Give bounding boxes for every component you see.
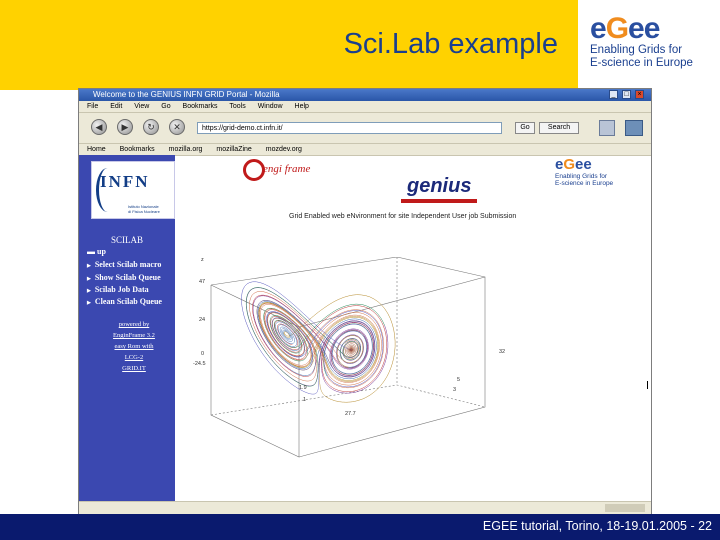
menu-help[interactable]: Help xyxy=(295,103,309,110)
sidebar-powered-by: powered by xyxy=(118,321,150,328)
tick-label: 27.7 xyxy=(345,411,356,417)
genius-underline xyxy=(401,199,477,203)
egee-logo: eGee Enabling Grids for E-science in Eur… xyxy=(590,14,715,84)
egee-tagline-1: Enabling Grids for xyxy=(590,44,683,56)
menu-file[interactable]: File xyxy=(87,103,98,110)
bookmark-home[interactable]: Home xyxy=(87,146,106,153)
menu-tools[interactable]: Tools xyxy=(229,103,245,110)
footer-text: EGEE tutorial, Torino, 18-19.01.2005 - 2… xyxy=(482,519,712,533)
print-icon[interactable] xyxy=(599,120,615,136)
bullet-arrow-icon: ▶ xyxy=(87,301,91,306)
sidebar-link-gridit[interactable]: GRID.IT xyxy=(79,365,189,372)
tick-label: z xyxy=(201,257,204,263)
go-button[interactable]: Go xyxy=(515,122,535,134)
scilab-3d-plot: z 47 24 0 -24.5 1.9 1 27.7 3 5 32 xyxy=(193,256,519,477)
maximize-button[interactable]: □ xyxy=(622,90,631,99)
bookmark-mozillazine[interactable]: mozillaZine xyxy=(216,146,251,153)
sidebar-item-show-queue[interactable]: ▶ Show Scilab Queue xyxy=(87,273,161,282)
browser-window: Welcome to the GENIUS INFN GRID Portal -… xyxy=(78,88,652,514)
close-button[interactable]: × xyxy=(635,90,644,99)
menu-edit[interactable]: Edit xyxy=(110,103,122,110)
slide-title: Sci.Lab example xyxy=(343,28,558,60)
genius-logo: genius xyxy=(407,175,472,197)
stop-icon[interactable]: ✕ xyxy=(169,119,185,135)
window-titlebar: Welcome to the GENIUS INFN GRID Portal -… xyxy=(79,89,651,101)
sidebar-up-link[interactable]: ▬ up xyxy=(87,247,106,256)
menu-bar: File Edit View Go Bookmarks Tools Window… xyxy=(79,101,651,113)
window-title: Welcome to the GENIUS INFN GRID Portal -… xyxy=(93,90,280,99)
tick-label: 24 xyxy=(199,317,206,323)
egee-wordmark: eGee xyxy=(590,12,660,45)
tick-label: 3 xyxy=(453,387,457,393)
tick-label: 47 xyxy=(199,279,206,285)
sidebar: INFN Istituto Nazionale di Fisica Nuclear… xyxy=(79,155,175,513)
title-band: Sci.Lab example xyxy=(0,0,578,90)
tick-label: 1.9 xyxy=(299,385,307,391)
menu-go[interactable]: Go xyxy=(161,103,170,110)
page-content: INFN Istituto Nazionale di Fisica Nuclear… xyxy=(79,155,651,513)
portal-subtitle: Grid Enabled web eNvironment for site In… xyxy=(289,213,517,220)
sidebar-item-select-macro[interactable]: ▶ Select Scilab macro xyxy=(87,260,161,269)
back-arrow-icon[interactable]: ◀ xyxy=(91,119,107,135)
sidebar-link-easy[interactable]: easy Rom with xyxy=(79,343,189,350)
sidebar-link-lcg2[interactable]: LCG-2 xyxy=(79,354,189,361)
plot-canvas xyxy=(210,256,486,458)
sidebar-item-job-data[interactable]: ▶ Scilab Job Data xyxy=(87,285,149,294)
search-button[interactable]: Search xyxy=(539,122,579,134)
folder-icon: ▬ xyxy=(87,247,97,256)
status-bar xyxy=(79,501,651,514)
bullet-arrow-icon: ▶ xyxy=(87,277,91,282)
menu-window[interactable]: Window xyxy=(258,103,283,110)
tick-label: 0 xyxy=(201,351,205,357)
egee-tagline-2: E-science in Europe xyxy=(590,57,693,69)
bullet-arrow-icon: ▶ xyxy=(87,264,91,269)
attractor-curves xyxy=(241,281,396,403)
tick-label: -24.5 xyxy=(193,361,206,367)
throbber-icon xyxy=(625,120,643,136)
tick-label: 5 xyxy=(457,377,461,383)
bookmark-mozdev[interactable]: mozdev.org xyxy=(266,146,302,153)
forward-arrow-icon[interactable]: ▶ xyxy=(117,119,133,135)
minimize-button[interactable]: _ xyxy=(609,90,618,99)
text-cursor xyxy=(647,381,648,389)
enginframe-logo: engi frame xyxy=(243,159,323,183)
tick-label: 32 xyxy=(499,349,506,355)
menu-view[interactable]: View xyxy=(134,103,149,110)
tick-label: 1 xyxy=(303,397,307,403)
navigation-toolbar: ◀ ▶ ↻ ✕ https://grid-demo.ct.infn.it/ Go… xyxy=(79,113,651,144)
bookmark-bookmarks[interactable]: Bookmarks xyxy=(120,146,155,153)
bullet-arrow-icon: ▶ xyxy=(87,289,91,294)
status-tray-icons xyxy=(605,504,645,512)
egee-small-logo: eGee Enabling Grids for E-science in Eur… xyxy=(555,156,614,188)
reload-icon[interactable]: ↻ xyxy=(143,119,159,135)
url-input[interactable]: https://grid-demo.ct.infn.it/ xyxy=(197,122,502,134)
bookmark-mozilla-org[interactable]: mozilla.org xyxy=(169,146,203,153)
sidebar-link-enginframe[interactable]: EnginFrame 3.2 xyxy=(79,332,189,339)
infn-logo: INFN Istituto Nazionale di Fisica Nuclear… xyxy=(91,161,175,219)
footer-band: EGEE tutorial, Torino, 18-19.01.2005 - 2… xyxy=(0,514,720,540)
sidebar-item-clean-queue[interactable]: ▶ Clean Scilab Queue xyxy=(87,297,162,306)
sidebar-heading: SCILAB xyxy=(110,235,143,245)
menu-bookmarks[interactable]: Bookmarks xyxy=(183,103,218,110)
